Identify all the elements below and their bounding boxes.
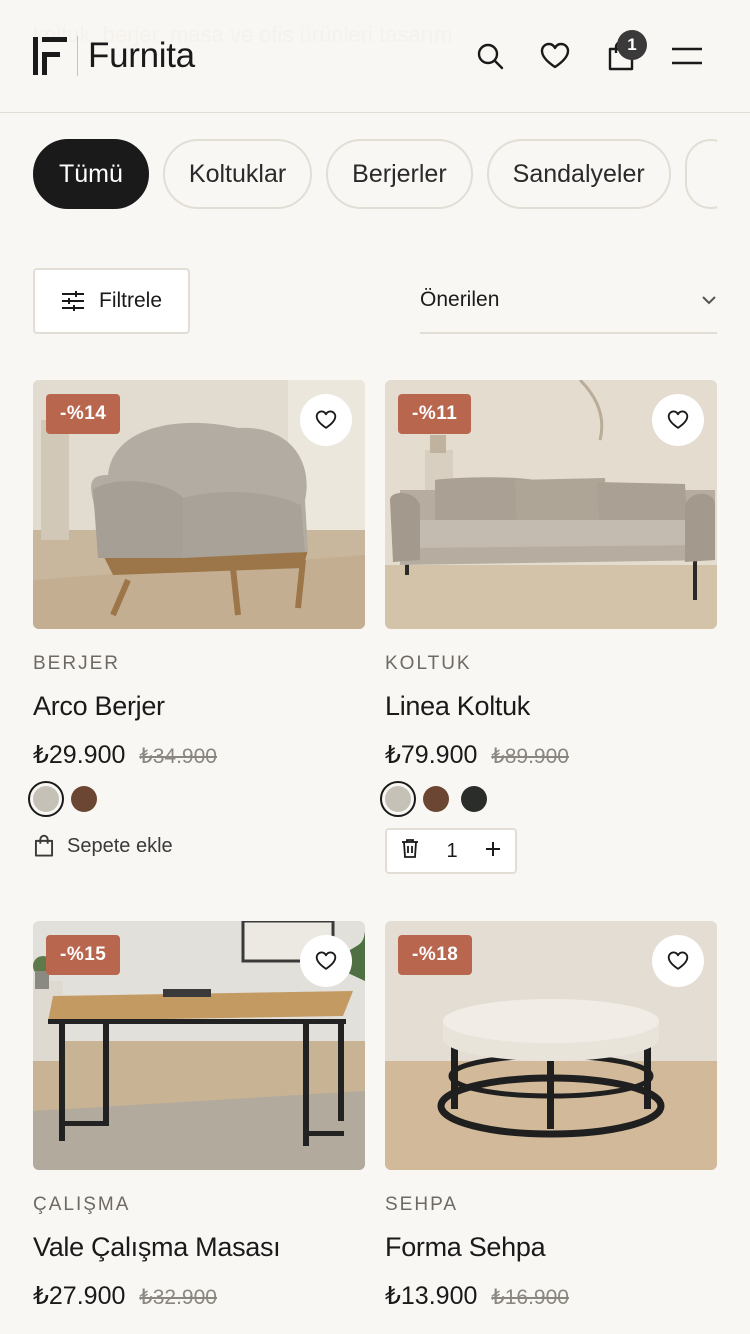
favorite-button[interactable] (652, 935, 704, 987)
product-name[interactable]: Arco Berjer (33, 691, 365, 722)
swatch-brown[interactable] (71, 786, 97, 812)
product-price: ₺13.900 (385, 1282, 478, 1310)
search-icon (477, 43, 504, 70)
cart-count-badge: 1 (617, 30, 647, 60)
color-swatches (380, 781, 717, 817)
logo-divider (77, 36, 78, 76)
cart-button[interactable]: 1 (599, 30, 647, 78)
chip-koltuklar[interactable]: Koltuklar (162, 139, 313, 209)
increase-quantity-button[interactable] (485, 840, 501, 863)
favorite-button[interactable] (300, 935, 352, 987)
product-image[interactable]: -%11 (385, 380, 717, 629)
product-old-price: ₺34.900 (139, 745, 217, 768)
product-image[interactable]: -%18 (385, 921, 717, 1170)
category-chips: Tümü Koltuklar Berjerler Sandalyeler (33, 139, 717, 209)
product-prices: ₺13.900 ₺16.900 (385, 1281, 717, 1311)
discount-badge: -%11 (398, 394, 472, 434)
shopping-bag-icon (34, 834, 54, 857)
product-price: ₺29.900 (33, 741, 126, 769)
product-category: SEHPA (385, 1194, 459, 1215)
swatch-black[interactable] (461, 786, 487, 812)
sort-select[interactable]: Önerilen (420, 268, 717, 334)
filter-label: Filtrele (99, 289, 163, 312)
product-old-price: ₺89.900 (491, 745, 569, 768)
product-category: BERJER (33, 653, 120, 674)
quantity-value: 1 (446, 839, 458, 862)
discount-badge: -%15 (46, 935, 121, 975)
trash-icon (402, 839, 418, 858)
chevron-down-icon (702, 296, 716, 305)
sort-value: Önerilen (420, 288, 500, 311)
brand-name: Furnita (88, 36, 195, 75)
chip-berjerler[interactable]: Berjerler (326, 139, 473, 209)
add-to-cart-button[interactable]: Sepete ekle (33, 834, 365, 858)
product-card[interactable]: -%14 BERJER Arco Berjer ₺29.900 ₺34.900 … (28, 380, 365, 858)
heart-icon (667, 951, 689, 970)
add-to-cart-label: Sepete ekle (67, 834, 173, 857)
swatch-beige[interactable] (28, 781, 64, 817)
sliders-icon (62, 291, 84, 311)
product-prices: ₺79.900 ₺89.900 (385, 740, 717, 770)
product-name[interactable]: Linea Koltuk (385, 691, 717, 722)
product-image[interactable]: -%14 (33, 380, 365, 629)
brand-logo[interactable]: Furnita (33, 36, 195, 76)
product-prices: ₺27.900 ₺32.900 (33, 1281, 365, 1311)
filter-button[interactable]: Filtrele (33, 268, 190, 334)
site-header: Furnita 1 (0, 0, 750, 113)
search-button[interactable] (468, 34, 512, 78)
product-category: ÇALIŞMA (33, 1194, 131, 1215)
discount-badge: -%14 (46, 394, 121, 434)
color-swatches (28, 781, 365, 817)
heart-icon (540, 42, 570, 69)
heart-icon (667, 410, 689, 429)
hamburger-menu-icon (672, 47, 702, 65)
product-name[interactable]: Forma Sehpa (385, 1232, 717, 1263)
discount-badge: -%18 (398, 935, 473, 975)
product-name[interactable]: Vale Çalışma Masası (33, 1232, 365, 1263)
chip-tumu[interactable]: Tümü (33, 139, 149, 209)
chip-partial[interactable] (684, 139, 717, 209)
plus-icon (486, 841, 500, 856)
logo-mark-icon (33, 37, 67, 75)
product-price: ₺79.900 (385, 741, 478, 769)
product-old-price: ₺32.900 (139, 1286, 217, 1309)
wishlist-button[interactable] (533, 34, 577, 78)
remove-item-button[interactable] (401, 838, 419, 864)
quantity-stepper: 1 (385, 828, 517, 874)
product-card[interactable]: -%18 SEHPA Forma Sehpa ₺13.900 ₺16.900 (385, 921, 717, 1311)
menu-button[interactable] (665, 34, 709, 78)
product-card[interactable]: -%11 KOLTUK Linea Koltuk ₺79.900 ₺89.900… (380, 380, 717, 874)
product-card[interactable]: -%15 ÇALIŞMA Vale Çalışma Masası ₺27.900… (33, 921, 365, 1311)
heart-icon (315, 410, 337, 429)
swatch-beige[interactable] (380, 781, 416, 817)
swatch-brown[interactable] (423, 786, 449, 812)
product-category: KOLTUK (385, 653, 472, 674)
product-old-price: ₺16.900 (491, 1286, 569, 1309)
heart-icon (315, 951, 337, 970)
product-prices: ₺29.900 ₺34.900 (33, 740, 365, 770)
favorite-button[interactable] (652, 394, 704, 446)
favorite-button[interactable] (300, 394, 352, 446)
product-image[interactable]: -%15 (33, 921, 365, 1170)
product-price: ₺27.900 (33, 1282, 126, 1310)
chip-sandalyeler[interactable]: Sandalyeler (486, 139, 671, 209)
